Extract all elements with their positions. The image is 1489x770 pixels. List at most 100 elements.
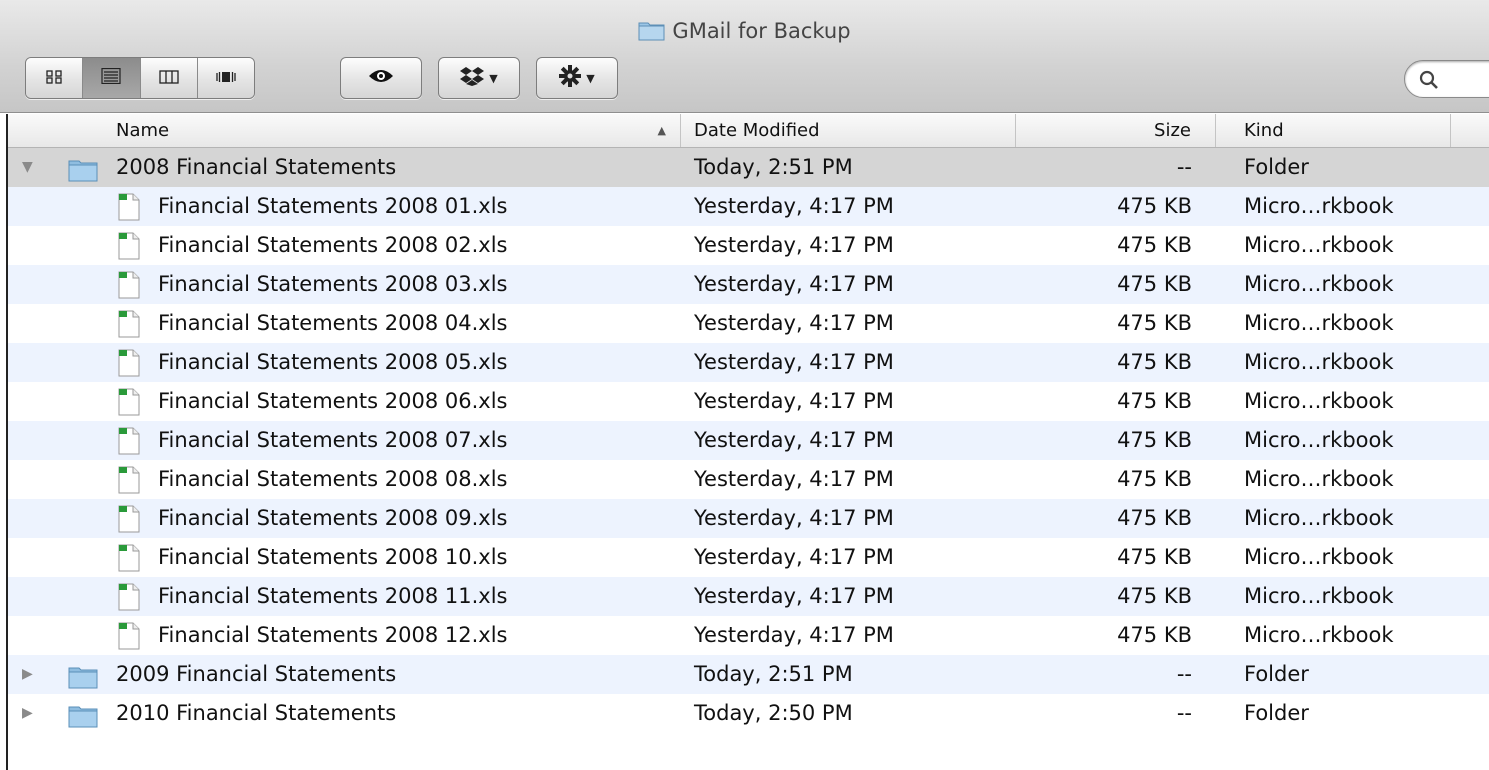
cell-size: 475 KB bbox=[1117, 389, 1192, 413]
file-row[interactable]: Financial Statements 2008 11.xls Yesterda… bbox=[8, 577, 1489, 616]
cell-name: Financial Statements 2008 08.xls bbox=[158, 467, 508, 491]
cell-date: Yesterday, 4:17 PM bbox=[694, 467, 894, 491]
cell-name: Financial Statements 2008 12.xls bbox=[158, 623, 508, 647]
window-title-text: GMail for Backup bbox=[672, 19, 851, 43]
cell-kind: Micro…rkbook bbox=[1244, 233, 1394, 257]
quick-look-button[interactable] bbox=[340, 57, 422, 99]
cell-kind: Micro…rkbook bbox=[1244, 311, 1394, 335]
column-header: Name ▲ Date Modified Size Kind bbox=[8, 114, 1489, 148]
column-header-kind-label: Kind bbox=[1244, 120, 1284, 141]
file-row[interactable]: Financial Statements 2008 07.xls Yesterda… bbox=[8, 421, 1489, 460]
file-row[interactable]: Financial Statements 2008 05.xls Yesterda… bbox=[8, 343, 1489, 382]
file-row[interactable]: Financial Statements 2008 01.xls Yesterda… bbox=[8, 187, 1489, 226]
cell-name: 2008 Financial Statements bbox=[116, 155, 397, 179]
disclosure-triangle-expanded-icon[interactable]: ▼ bbox=[22, 148, 33, 187]
cell-kind: Folder bbox=[1244, 701, 1309, 725]
cell-kind: Micro…rkbook bbox=[1244, 194, 1394, 218]
dropbox-icon bbox=[460, 66, 485, 90]
cell-date: Yesterday, 4:17 PM bbox=[694, 350, 894, 374]
file-row[interactable]: Financial Statements 2008 04.xls Yesterda… bbox=[8, 304, 1489, 343]
cell-date: Yesterday, 4:17 PM bbox=[694, 389, 894, 413]
column-header-name[interactable]: Name ▲ bbox=[8, 114, 681, 147]
disclosure-triangle-collapsed-icon[interactable]: ▶ bbox=[22, 694, 33, 733]
cell-kind: Micro…rkbook bbox=[1244, 350, 1394, 374]
window-toolbar: GMail for Backup ▼ ▼ bbox=[0, 0, 1489, 113]
cell-kind: Folder bbox=[1244, 155, 1309, 179]
window-title: GMail for Backup bbox=[0, 17, 1489, 48]
cell-name: Financial Statements 2008 03.xls bbox=[158, 272, 508, 296]
folder-row[interactable]: ▼ 2008 Financial Statements Today, 2:51 PM… bbox=[8, 148, 1489, 187]
folder-row[interactable]: ▶ 2010 Financial Statements Today, 2:50 PM… bbox=[8, 694, 1489, 733]
cell-name: Financial Statements 2008 01.xls bbox=[158, 194, 508, 218]
cell-size: 475 KB bbox=[1117, 623, 1192, 647]
folder-row[interactable]: ▶ 2009 Financial Statements Today, 2:51 PM… bbox=[8, 655, 1489, 694]
cell-name: Financial Statements 2008 11.xls bbox=[158, 584, 508, 608]
column-header-date-label: Date Modified bbox=[694, 120, 820, 141]
view-mode-segmented-control bbox=[25, 57, 255, 99]
cell-size: 475 KB bbox=[1117, 233, 1192, 257]
cell-size: 475 KB bbox=[1117, 467, 1192, 491]
icon-view-icon bbox=[45, 69, 63, 88]
cell-date: Today, 2:50 PM bbox=[694, 701, 853, 725]
file-list: Name ▲ Date Modified Size Kind ▼ 2008 Fin… bbox=[0, 114, 1489, 770]
cell-size: 475 KB bbox=[1117, 506, 1192, 530]
coverflow-view-button[interactable] bbox=[197, 58, 254, 98]
cell-size: 475 KB bbox=[1117, 545, 1192, 569]
cell-date: Yesterday, 4:17 PM bbox=[694, 272, 894, 296]
eye-icon bbox=[368, 68, 394, 88]
cell-size: 475 KB bbox=[1117, 584, 1192, 608]
dropbox-menu-button[interactable]: ▼ bbox=[438, 57, 520, 99]
cell-date: Today, 2:51 PM bbox=[694, 155, 853, 179]
cell-kind: Micro…rkbook bbox=[1244, 467, 1394, 491]
file-row[interactable]: Financial Statements 2008 09.xls Yesterda… bbox=[8, 499, 1489, 538]
cell-size: 475 KB bbox=[1117, 311, 1192, 335]
cell-name: Financial Statements 2008 02.xls bbox=[158, 233, 508, 257]
chevron-down-icon: ▼ bbox=[586, 71, 595, 85]
cell-kind: Micro…rkbook bbox=[1244, 428, 1394, 452]
column-header-size-label: Size bbox=[1154, 120, 1191, 141]
file-row[interactable]: Financial Statements 2008 03.xls Yesterda… bbox=[8, 265, 1489, 304]
action-menu-button[interactable]: ▼ bbox=[536, 57, 618, 99]
column-header-kind[interactable]: Kind bbox=[1216, 114, 1451, 147]
cell-size: 475 KB bbox=[1117, 428, 1192, 452]
cell-date: Today, 2:51 PM bbox=[694, 662, 853, 686]
cell-kind: Micro…rkbook bbox=[1244, 272, 1394, 296]
file-row[interactable]: Financial Statements 2008 10.xls Yesterda… bbox=[8, 538, 1489, 577]
column-header-date[interactable]: Date Modified bbox=[681, 114, 1016, 147]
cell-name: Financial Statements 2008 07.xls bbox=[158, 428, 508, 452]
cell-kind: Micro…rkbook bbox=[1244, 584, 1394, 608]
cell-name: Financial Statements 2008 10.xls bbox=[158, 545, 508, 569]
gear-icon bbox=[559, 65, 582, 91]
file-row[interactable]: Financial Statements 2008 08.xls Yesterda… bbox=[8, 460, 1489, 499]
cell-size: -- bbox=[1176, 155, 1192, 179]
list-view-icon bbox=[101, 67, 121, 88]
cell-name: Financial Statements 2008 05.xls bbox=[158, 350, 508, 374]
column-header-name-label: Name bbox=[116, 120, 170, 141]
icon-view-button[interactable] bbox=[26, 58, 84, 98]
list-view-button[interactable] bbox=[83, 58, 141, 98]
cell-kind: Micro…rkbook bbox=[1244, 545, 1394, 569]
disclosure-triangle-collapsed-icon[interactable]: ▶ bbox=[22, 655, 33, 694]
file-row[interactable]: Financial Statements 2008 02.xls Yesterda… bbox=[8, 226, 1489, 265]
column-view-button[interactable] bbox=[140, 58, 198, 98]
search-field[interactable] bbox=[1404, 60, 1489, 98]
cell-size: 475 KB bbox=[1117, 350, 1192, 374]
cell-date: Yesterday, 4:17 PM bbox=[694, 506, 894, 530]
file-row[interactable]: Financial Statements 2008 12.xls Yesterda… bbox=[8, 616, 1489, 655]
cell-name: 2010 Financial Statements bbox=[116, 701, 397, 725]
cell-size: 475 KB bbox=[1117, 272, 1192, 296]
cell-kind: Micro…rkbook bbox=[1244, 389, 1394, 413]
cell-size: -- bbox=[1176, 701, 1192, 725]
cell-name: Financial Statements 2008 04.xls bbox=[158, 311, 508, 335]
coverflow-view-icon bbox=[215, 69, 237, 88]
cell-kind: Micro…rkbook bbox=[1244, 506, 1394, 530]
cell-date: Yesterday, 4:17 PM bbox=[694, 194, 894, 218]
cell-name: Financial Statements 2008 09.xls bbox=[158, 506, 508, 530]
cell-date: Yesterday, 4:17 PM bbox=[694, 584, 894, 608]
file-row[interactable]: Financial Statements 2008 06.xls Yesterda… bbox=[8, 382, 1489, 421]
cell-name: 2009 Financial Statements bbox=[116, 662, 397, 686]
column-header-size[interactable]: Size bbox=[1016, 114, 1216, 147]
cell-kind: Folder bbox=[1244, 662, 1309, 686]
cell-date: Yesterday, 4:17 PM bbox=[694, 311, 894, 335]
cell-date: Yesterday, 4:17 PM bbox=[694, 233, 894, 257]
